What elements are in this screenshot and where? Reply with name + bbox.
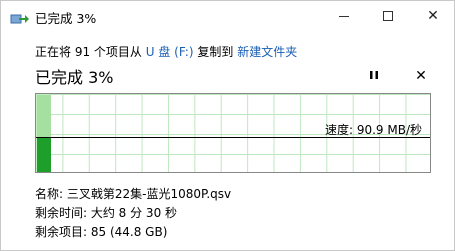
file-name: 名称: 三叉戟第22集-蓝光1080P.qsv: [35, 187, 232, 201]
destination-link[interactable]: 新建文件夹: [237, 45, 297, 59]
minimize-button[interactable]: [321, 1, 367, 31]
maximize-button[interactable]: [365, 1, 411, 31]
cancel-icon: ✕: [415, 68, 427, 84]
speed-history-bar: [37, 95, 51, 138]
pause-icon: [369, 68, 379, 84]
close-button[interactable]: ✕: [410, 1, 455, 31]
title-bar[interactable]: 已完成 3% ✕: [1, 1, 455, 33]
window-title: 已完成 3%: [35, 11, 97, 26]
source-link[interactable]: U 盘 (F:): [146, 45, 194, 59]
time-remaining: 剩余时间: 大约 8 分 30 秒: [35, 206, 178, 220]
speed-current-bar: [37, 138, 51, 172]
transfer-speed-graph: 速度: 90.9 MB/秒: [35, 93, 431, 173]
pause-button[interactable]: [363, 65, 385, 87]
copy-middle: 复制到: [197, 45, 234, 59]
status-text: 已完成 3%: [35, 68, 114, 87]
items-remaining: 剩余项目: 85 (44.8 GB): [35, 225, 168, 239]
speed-label: 速度: 90.9 MB/秒: [324, 123, 422, 137]
copy-prefix: 正在将 91 个项目从: [35, 45, 142, 59]
maximize-icon: [383, 11, 393, 21]
minimize-icon: [339, 15, 349, 17]
copy-description: 正在将 91 个项目从 U 盘 (F:) 复制到 新建文件夹: [35, 43, 297, 60]
copy-arrow-icon: [10, 10, 30, 24]
cancel-button[interactable]: ✕: [410, 65, 432, 87]
close-icon: ✕: [427, 8, 439, 24]
copy-progress-window: 已完成 3% ✕ 正在将 91 个项目从 U 盘 (F:) 复制到 新建文件夹 …: [0, 0, 455, 251]
